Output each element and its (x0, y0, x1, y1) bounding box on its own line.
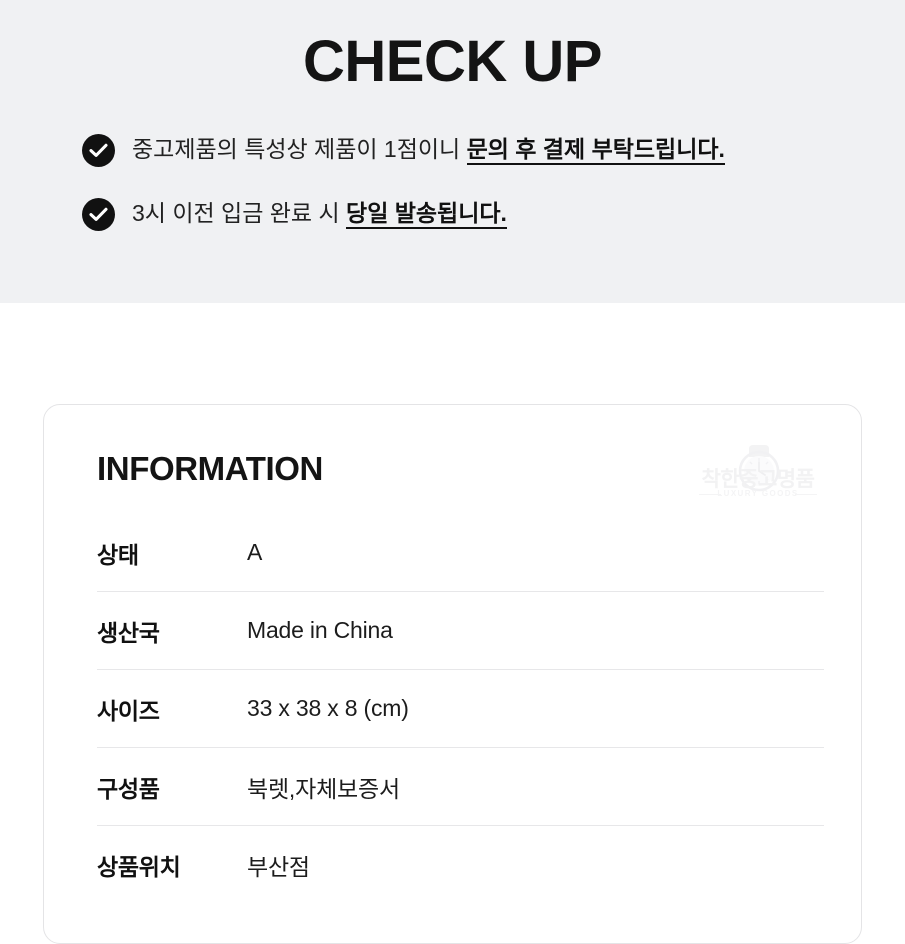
row-value: 북렛,자체보증서 (247, 775, 400, 802)
checkup-item: 3시 이전 입금 완료 시 당일 발송됩니다. (82, 197, 872, 231)
table-row: 구성품 북렛,자체보증서 (97, 748, 824, 826)
checkup-item-text-plain: 3시 이전 입금 완료 시 (132, 200, 347, 226)
checkup-item-text: 3시 이전 입금 완료 시 당일 발송됩니다. (132, 197, 507, 229)
checkup-item-text-emphasis: 문의 후 결제 부탁드립니다. (466, 136, 725, 165)
checkup-item-text-plain: 중고제품의 특성상 제품이 1점이니 (132, 136, 467, 162)
row-label: 생산국 (97, 619, 160, 646)
row-label: 구성품 (97, 775, 160, 802)
checkup-item: 중고제품의 특성상 제품이 1점이니 문의 후 결제 부탁드립니다. (82, 133, 872, 167)
row-label: 사이즈 (97, 697, 160, 724)
information-card: INFORMATION 착한중고명품 LUXURY GOODS 상태 A 생산국… (43, 404, 862, 944)
watermark-english-text: LUXURY GOODS (717, 489, 799, 498)
row-label: 상태 (97, 541, 139, 568)
table-row: 상품위치 부산점 (97, 826, 824, 904)
table-row: 사이즈 33 x 38 x 8 (cm) (97, 670, 824, 748)
information-table: 상태 A 생산국 Made in China 사이즈 33 x 38 x 8 (… (97, 514, 824, 904)
checkup-item-text: 중고제품의 특성상 제품이 1점이니 문의 후 결제 부탁드립니다. (132, 133, 725, 165)
checkup-list: 중고제품의 특성상 제품이 1점이니 문의 후 결제 부탁드립니다. 3시 이전… (82, 133, 872, 261)
row-value: 33 x 38 x 8 (cm) (247, 695, 409, 721)
table-row: 상태 A (97, 514, 824, 592)
row-value: Made in China (247, 617, 393, 643)
brand-watermark: 착한중고명품 LUXURY GOODS (697, 443, 819, 505)
check-circle-icon (82, 198, 115, 231)
row-label: 상품위치 (97, 854, 181, 880)
checkup-item-text-emphasis: 당일 발송됩니다. (346, 200, 507, 229)
checkup-title: CHECK UP (303, 29, 602, 94)
row-value: 부산점 (247, 854, 310, 880)
row-value: A (247, 539, 263, 565)
table-row: 생산국 Made in China (97, 592, 824, 670)
checkup-section: CHECK UP 중고제품의 특성상 제품이 1점이니 문의 후 결제 부탁드립… (0, 0, 905, 303)
check-circle-icon (82, 134, 115, 167)
information-title: INFORMATION (97, 450, 323, 487)
